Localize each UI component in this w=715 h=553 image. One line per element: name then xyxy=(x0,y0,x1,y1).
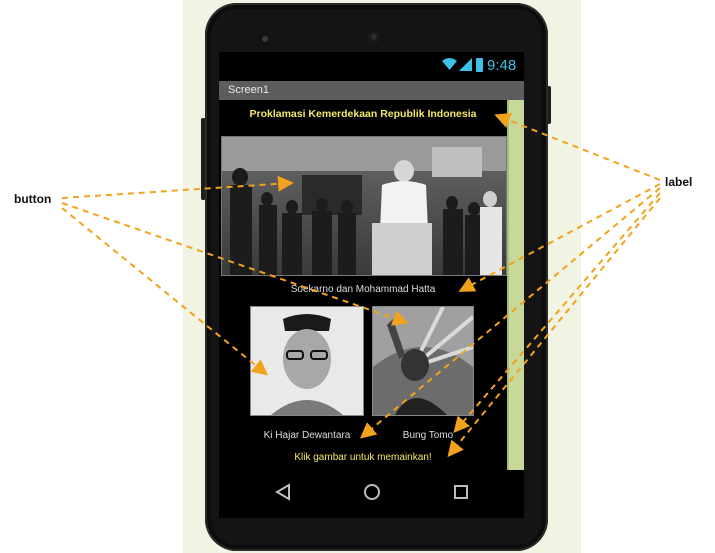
recents-icon[interactable] xyxy=(453,483,469,501)
proclamation-photo xyxy=(222,137,506,275)
signal-icon xyxy=(459,58,472,71)
caption-left-label: Ki Hajar Dewantara xyxy=(263,430,351,441)
hint-label: Klik gambar untuk memainkan! xyxy=(294,452,432,463)
ki-hajar-dewantara-photo-button[interactable] xyxy=(250,306,364,416)
bung-tomo-photo xyxy=(373,307,473,415)
caption-main-label: Soekarno dan Mohammad Hatta xyxy=(290,284,436,295)
wifi-icon xyxy=(442,58,457,70)
screen-title: Screen1 xyxy=(228,84,269,96)
scrollbar[interactable] xyxy=(507,100,524,470)
button-annotation-label: button xyxy=(14,192,52,206)
battery-icon xyxy=(476,58,483,72)
navigation-bar xyxy=(219,470,524,518)
proclamation-photo-button[interactable] xyxy=(221,136,507,276)
title-label: Proklamasi Kemerdekaan Republik Indonesi… xyxy=(249,108,477,120)
back-icon[interactable] xyxy=(275,483,291,501)
label-annotation-label: label xyxy=(665,175,693,189)
phone-screen: 9:48 Screen1 Proklamasi Kemerdekaan Repu… xyxy=(219,52,524,518)
app-title-bar: Screen1 xyxy=(219,81,524,100)
front-camera xyxy=(368,31,380,43)
bung-tomo-photo-button[interactable] xyxy=(372,306,474,416)
status-time: 9:48 xyxy=(487,57,517,74)
ki-hajar-dewantara-photo xyxy=(251,307,363,415)
earpiece-speaker xyxy=(262,36,268,42)
home-icon[interactable] xyxy=(363,483,381,501)
status-bar: 9:48 xyxy=(219,52,524,81)
caption-right-label: Bung Tomo xyxy=(402,430,454,441)
